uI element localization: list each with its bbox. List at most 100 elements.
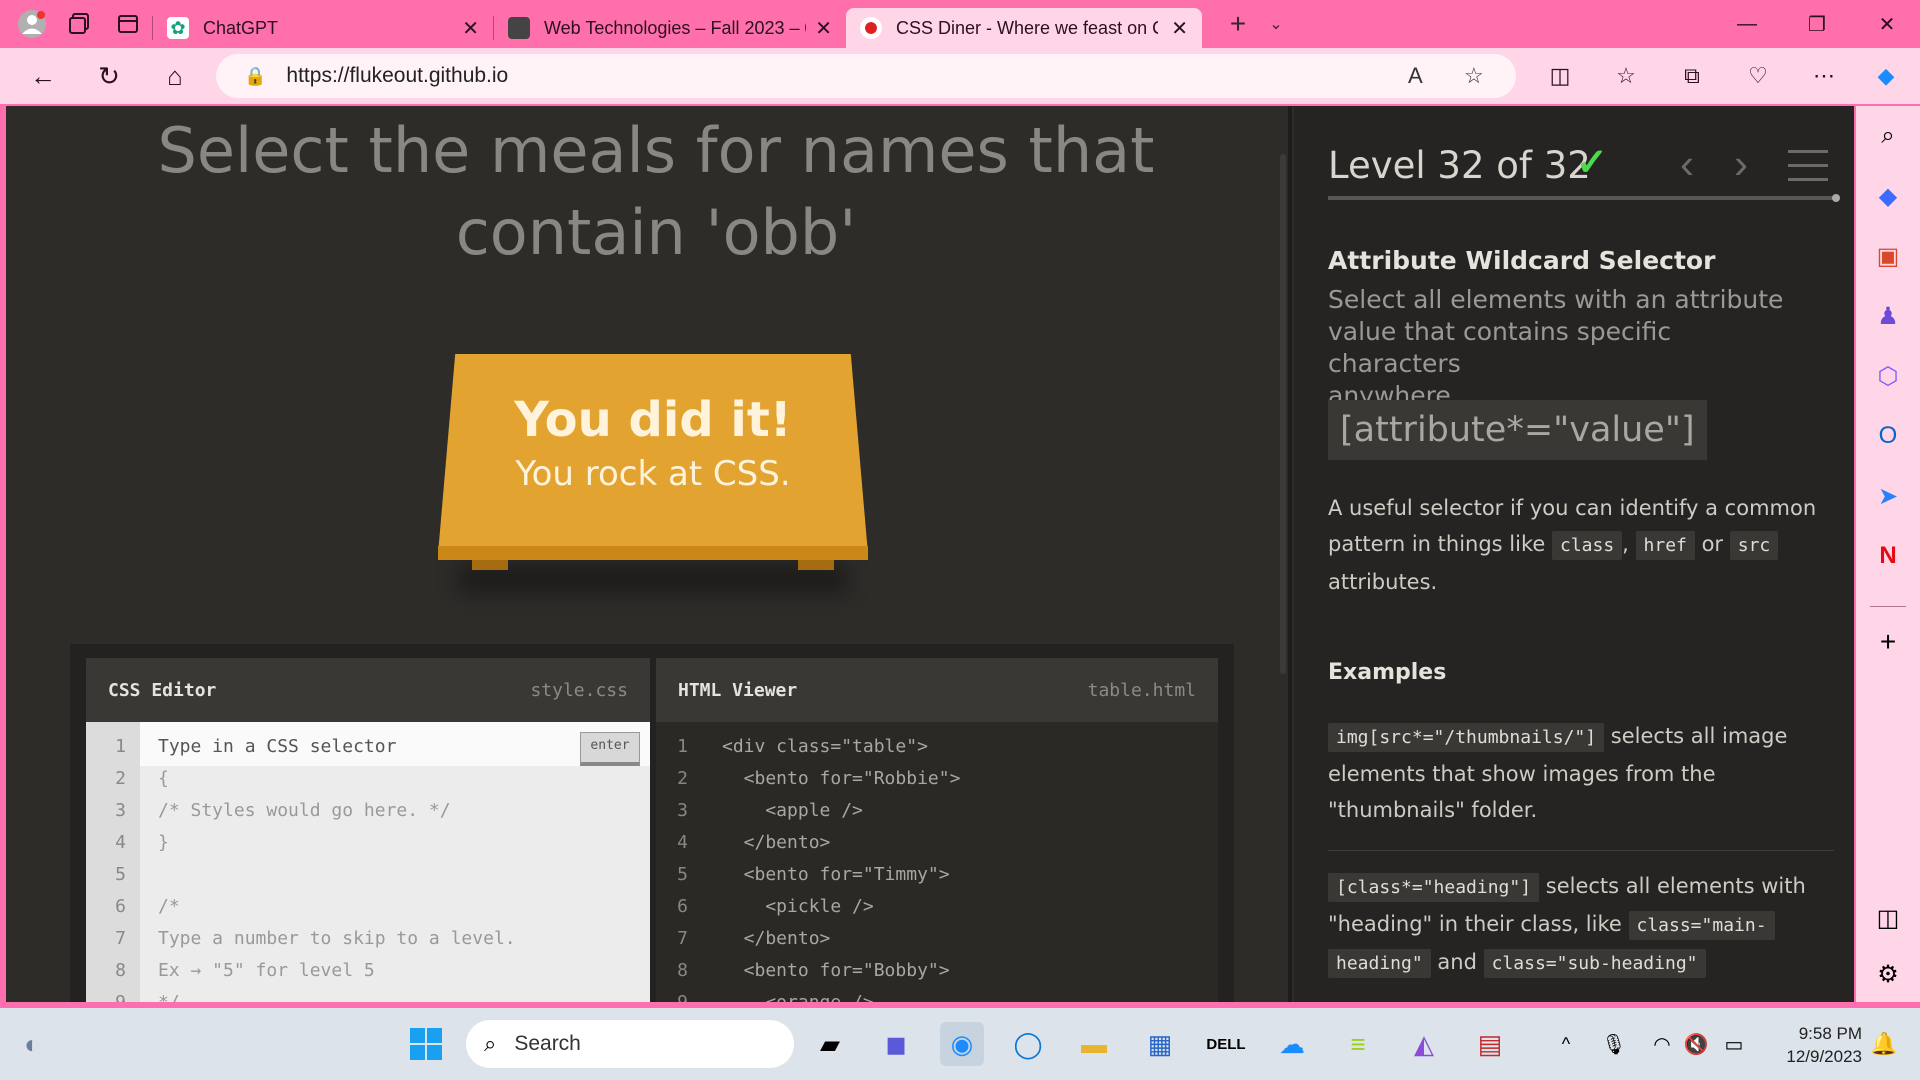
file-explorer-icon[interactable]: ▬: [1072, 1022, 1116, 1066]
html-markup-line[interactable]: <bento for="Timmy">: [722, 864, 950, 885]
example-text: "heading" in their class, like: [1328, 912, 1622, 936]
copilot-icon[interactable]: ◆: [1858, 48, 1914, 104]
home-icon[interactable]: ⌂: [142, 48, 208, 104]
teams-chat-icon[interactable]: ◼: [874, 1022, 918, 1066]
line-number: 3: [677, 800, 688, 821]
paint-app-icon[interactable]: ▤: [1468, 1022, 1512, 1066]
battery-icon[interactable]: ▭: [1712, 1022, 1756, 1066]
back-arrow-icon[interactable]: ←: [10, 48, 76, 104]
refresh-icon[interactable]: ↻: [76, 48, 142, 104]
example-code: img[src*="/thumbnails/"]: [1328, 723, 1605, 752]
html-markup-line[interactable]: <div class="table">: [722, 736, 928, 757]
css-comment-line: {: [158, 768, 169, 789]
css-input-placeholder[interactable]: Type in a CSS selector: [158, 736, 396, 757]
settings-gear-icon[interactable]: ⚙: [1872, 958, 1904, 990]
level-menu-icon[interactable]: [1788, 150, 1828, 182]
tab-list-chevron-down-icon[interactable]: ⌄: [1262, 0, 1290, 48]
microsoft-365-icon[interactable]: ⬡: [1872, 360, 1904, 392]
line-number: 2: [677, 768, 688, 789]
visual-studio-icon[interactable]: ◭: [1402, 1022, 1446, 1066]
level-header: Level 32 of 32 ✓ ‹ ›: [1328, 136, 1834, 196]
lock-icon[interactable]: 🔒: [244, 66, 266, 87]
html-markup-line[interactable]: <pickle />: [722, 896, 873, 917]
close-tab-icon[interactable]: ✕: [815, 16, 832, 41]
search-icon[interactable]: ⌕: [1872, 120, 1904, 152]
read-aloud-icon[interactable]: A: [1408, 63, 1423, 89]
add-app-icon[interactable]: +: [1872, 626, 1904, 658]
enter-button[interactable]: enter: [580, 732, 640, 766]
system-clock[interactable]: 9:58 PM 12/9/2023: [1762, 1022, 1862, 1068]
cloud-app-icon[interactable]: ☁: [1270, 1022, 1314, 1066]
microsoft-store-icon[interactable]: ▦: [1138, 1022, 1182, 1066]
tab-css-diner[interactable]: CSS Diner - Where we feast on C ✕: [846, 8, 1202, 48]
collections-icon[interactable]: ⧉: [1664, 48, 1720, 104]
show-hidden-icons-chevron-icon[interactable]: ^: [1544, 1022, 1588, 1066]
hint-line: pattern in things like class, href or sr…: [1328, 526, 1818, 564]
close-tab-icon[interactable]: ✕: [462, 16, 479, 41]
games-icon[interactable]: ♟: [1872, 300, 1904, 332]
clock-date: 12/9/2023: [1786, 1047, 1862, 1066]
previous-level-icon[interactable]: ‹: [1680, 140, 1694, 188]
css-comment-line: */: [158, 992, 180, 1002]
weather-widget-icon[interactable]: ◐: [10, 1022, 54, 1066]
example-code: class="sub-heading": [1483, 949, 1706, 978]
instruction-line-2: contain 'obb': [455, 196, 857, 269]
example-code: [class*="heading"]: [1328, 873, 1540, 902]
line-number: 8: [115, 960, 126, 981]
line-number: 6: [115, 896, 126, 917]
taskbar-search[interactable]: ⌕ Search: [466, 1020, 794, 1068]
microphone-icon[interactable]: 🎙: [1592, 1022, 1636, 1066]
html-markup-line[interactable]: <apple />: [722, 800, 863, 821]
task-view-icon[interactable]: ▰: [808, 1022, 852, 1066]
level-instruction: Select the meals for names that contain …: [66, 110, 1246, 274]
html-markup-line[interactable]: <bento for="Robbie">: [722, 768, 961, 789]
notes-app-icon[interactable]: ≡: [1336, 1022, 1380, 1066]
clock-time: 9:58 PM: [1798, 1024, 1862, 1043]
dell-icon[interactable]: DELL: [1204, 1022, 1248, 1066]
notification-bell-icon[interactable]: 🔔: [1862, 1022, 1906, 1066]
drop-icon[interactable]: ➤: [1872, 480, 1904, 512]
new-tab-icon[interactable]: +: [1214, 0, 1262, 48]
hide-sidebar-icon[interactable]: ◫: [1872, 902, 1904, 934]
tab-actions-icon[interactable]: [104, 0, 152, 48]
minimize-icon[interactable]: —: [1712, 0, 1782, 48]
more-menu-icon[interactable]: ⋯: [1796, 48, 1852, 104]
example-divider: [1328, 850, 1834, 851]
shopping-tag-icon[interactable]: ◆: [1872, 180, 1904, 212]
edge-sidebar: ⌕ ◆ ▣ ♟ ⬡ O ➤ N + ◫ ⚙: [1856, 106, 1920, 1002]
next-level-icon[interactable]: ›: [1734, 140, 1748, 188]
start-windows-icon[interactable]: [404, 1022, 448, 1066]
line-number: 5: [677, 864, 688, 885]
css-editor-title: CSS Editor: [108, 679, 217, 701]
tab-title: ChatGPT: [203, 17, 279, 38]
address-bar[interactable]: 🔒 https://flukeout.github.io A ☆: [216, 54, 1516, 98]
restore-icon[interactable]: ❐: [1782, 0, 1852, 48]
netflix-icon[interactable]: N: [1872, 540, 1904, 572]
close-tab-icon[interactable]: ✕: [1171, 16, 1188, 41]
browser-essentials-icon[interactable]: ♡: [1730, 48, 1786, 104]
cortana-icon[interactable]: ◯: [1006, 1022, 1050, 1066]
example-text: selects all image: [1610, 724, 1788, 748]
edge-browser-icon[interactable]: ◉: [940, 1022, 984, 1066]
line-number: 5: [115, 864, 126, 885]
examples-heading: Examples: [1328, 660, 1447, 685]
favorites-icon[interactable]: ☆: [1598, 48, 1654, 104]
tab-web-technologies[interactable]: Web Technologies – Fall 2023 – 0 ✕: [494, 8, 846, 48]
scrollbar[interactable]: [1280, 154, 1286, 674]
html-markup-line[interactable]: <bento for="Bobby">: [722, 960, 950, 981]
sidebar-divider: [1870, 606, 1906, 607]
tab-chatgpt[interactable]: ✿ ChatGPT ✕: [153, 8, 493, 48]
profile-avatar-icon[interactable]: [8, 0, 56, 48]
outlook-icon[interactable]: O: [1872, 420, 1904, 452]
split-screen-icon[interactable]: ◫: [1532, 48, 1588, 104]
win-message-title: You did it!: [514, 392, 792, 448]
url-text[interactable]: https://flukeout.github.io: [286, 64, 508, 88]
html-markup-line[interactable]: </bento>: [722, 928, 831, 949]
code-src: src: [1729, 531, 1779, 560]
favorite-star-icon[interactable]: ☆: [1464, 63, 1484, 89]
html-markup-line[interactable]: <orange />: [722, 992, 873, 1002]
close-window-icon[interactable]: ✕: [1852, 0, 1920, 48]
workspaces-icon[interactable]: [56, 0, 104, 48]
tools-briefcase-icon[interactable]: ▣: [1872, 240, 1904, 272]
html-markup-line[interactable]: </bento>: [722, 832, 831, 853]
